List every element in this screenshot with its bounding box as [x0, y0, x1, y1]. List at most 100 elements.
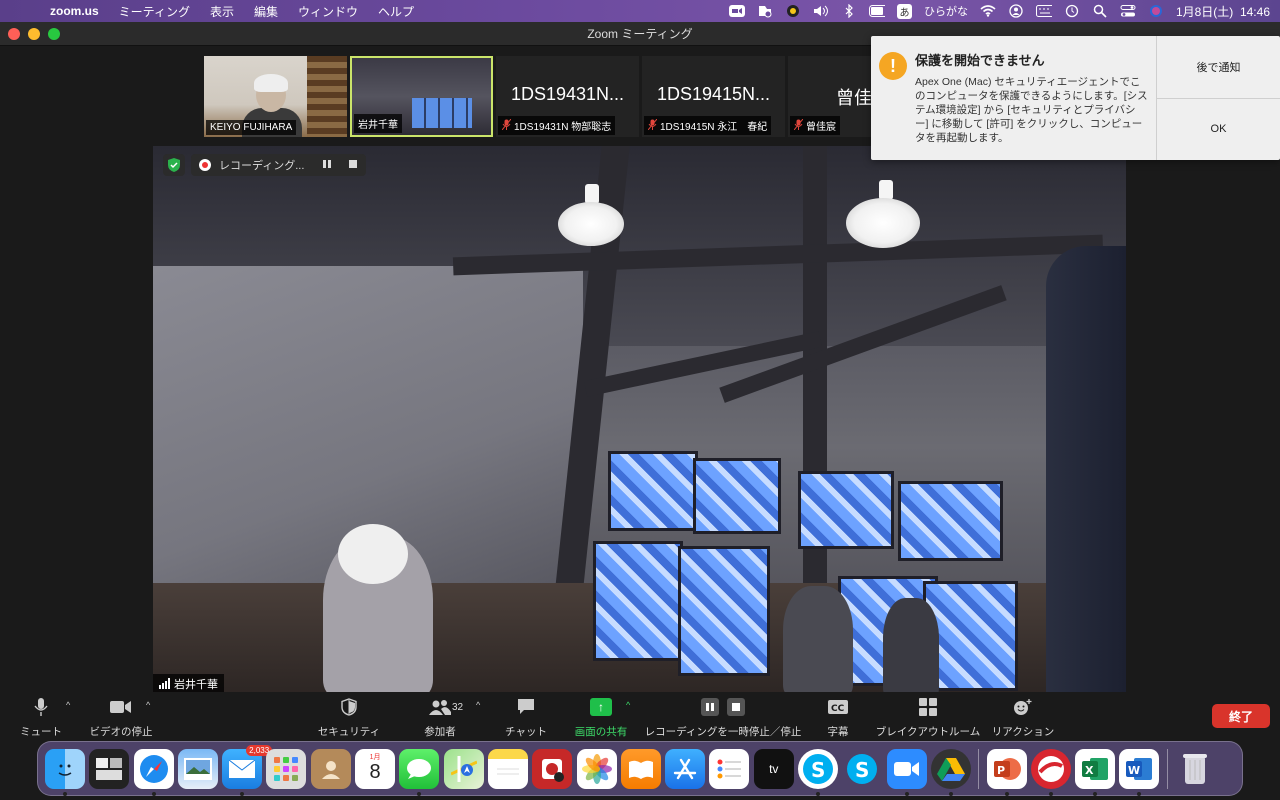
menu-app-name[interactable]: zoom.us: [36, 4, 109, 18]
books-icon[interactable]: [620, 748, 661, 789]
wifi-icon[interactable]: [980, 4, 996, 18]
calendar-icon[interactable]: 1月 8: [355, 748, 396, 789]
zoom-status-icon[interactable]: [728, 4, 745, 18]
participant-name-tag: 1DS19431N 物部聡志: [498, 116, 616, 135]
safari-icon[interactable]: [133, 748, 174, 796]
time-machine-icon[interactable]: [1064, 4, 1080, 18]
messages-icon[interactable]: [399, 748, 440, 796]
photo-booth-icon[interactable]: [532, 748, 573, 789]
mic-muted-icon: [793, 118, 804, 133]
security-alert-notification: ! 保護を開始できません Apex One (Mac) セキュリティエージェント…: [871, 36, 1280, 160]
participant-name-tag: 曾佳宸: [790, 116, 840, 135]
participant-display-name: 1DS19415N...: [656, 84, 771, 104]
participant-name-tag: 1DS19415N 永江 春紀: [644, 116, 772, 135]
volume-icon[interactable]: [813, 4, 829, 18]
minimize-window-button[interactable]: [28, 28, 40, 40]
warning-icon: !: [879, 52, 907, 80]
preview-app-icon[interactable]: [177, 748, 218, 789]
participant-thumbnail[interactable]: 1DS19431N... 1DS19431N 物部聡志: [496, 56, 639, 137]
reaction-smiley-icon: [1013, 696, 1033, 718]
siri-icon[interactable]: [1148, 4, 1164, 18]
svg-text:S: S: [855, 758, 869, 782]
menu-view[interactable]: 表示: [200, 3, 244, 20]
svg-text:S: S: [811, 758, 825, 782]
recording-controls-label: レコーディングを一時停止／停止: [644, 726, 802, 738]
breakout-rooms-icon: [919, 696, 937, 718]
share-screen-label: 画面の共有: [574, 726, 628, 738]
closed-captions-button[interactable]: CC 字幕: [826, 696, 850, 739]
input-method-icon[interactable]: あ: [896, 3, 912, 19]
stop-recording-icon[interactable]: [348, 159, 358, 172]
control-center-icon[interactable]: [1120, 4, 1136, 18]
chat-button[interactable]: チャット: [505, 696, 547, 739]
participant-thumbnail[interactable]: KEIYO FUJIHARA: [204, 56, 347, 137]
spotlight-search-icon[interactable]: [1092, 4, 1108, 18]
audio-options-chevron-icon[interactable]: ^: [66, 700, 70, 710]
input-method-label[interactable]: ひらがな: [924, 3, 968, 19]
apple-tv-icon[interactable]: tv: [753, 748, 794, 789]
recording-dot-icon: [199, 159, 211, 171]
reactions-button[interactable]: リアクション: [992, 696, 1054, 739]
excel-icon[interactable]: X: [1075, 748, 1116, 796]
security-agent-icon[interactable]: [785, 4, 801, 18]
notify-later-button[interactable]: 後で通知: [1157, 36, 1280, 98]
battery-icon[interactable]: [868, 4, 885, 18]
breakout-rooms-button[interactable]: ブレイクアウトルーム: [876, 696, 980, 739]
menu-meeting[interactable]: ミーティング: [109, 3, 200, 20]
reminders-icon[interactable]: [709, 748, 750, 789]
share-options-chevron-icon[interactable]: ^: [626, 700, 630, 710]
finder-icon[interactable]: [45, 748, 85, 796]
pause-recording-icon[interactable]: [322, 159, 332, 172]
bluetooth-icon[interactable]: [841, 4, 857, 18]
menu-help[interactable]: ヘルプ: [368, 3, 424, 20]
security-button[interactable]: セキュリティ: [318, 696, 380, 739]
launchpad-icon[interactable]: [266, 748, 307, 789]
svg-text:W: W: [1128, 764, 1140, 777]
zoom-icon[interactable]: [886, 748, 927, 796]
active-speaker-name-tag: 岩井千華: [153, 674, 224, 693]
trend-micro-icon[interactable]: [1030, 748, 1071, 796]
recording-status-pill: レコーディング...: [191, 154, 367, 176]
trash-icon[interactable]: [1175, 749, 1215, 789]
fullscreen-window-button[interactable]: [48, 28, 60, 40]
stop-video-button[interactable]: ビデオの停止: [90, 696, 153, 739]
close-window-button[interactable]: [8, 28, 20, 40]
menu-clock[interactable]: 1月8日(土) 14:46: [1176, 3, 1270, 20]
mail-icon[interactable]: 2,033: [222, 744, 273, 796]
maps-icon[interactable]: [443, 748, 484, 789]
pause-icon[interactable]: [701, 698, 719, 716]
word-icon[interactable]: W: [1119, 748, 1160, 796]
participants-options-chevron-icon[interactable]: ^: [476, 700, 480, 710]
macos-dock: 2,033 1月 8 tv S S P X W: [37, 741, 1243, 796]
contacts-icon[interactable]: [310, 748, 351, 789]
ok-button[interactable]: OK: [1157, 97, 1280, 161]
app-store-icon[interactable]: [665, 748, 706, 789]
video-options-chevron-icon[interactable]: ^: [146, 700, 150, 710]
notes-icon[interactable]: [487, 748, 528, 789]
main-video[interactable]: [153, 146, 1126, 693]
stop-icon[interactable]: [727, 698, 745, 716]
share-screen-button[interactable]: ↑ 画面の共有: [574, 696, 628, 739]
encryption-shield-icon[interactable]: [163, 154, 185, 176]
menu-window[interactable]: ウィンドウ: [288, 3, 368, 20]
participant-thumbnail[interactable]: 曾佳宸 曾佳宸: [788, 56, 872, 137]
photos-icon[interactable]: [576, 748, 617, 789]
mute-button[interactable]: ミュート: [20, 696, 62, 739]
screen-share-status-icon[interactable]: [757, 4, 773, 18]
participants-label: 参加者: [424, 726, 456, 738]
participant-thumbnail-active-speaker[interactable]: 岩井千華: [350, 56, 493, 137]
security-shield-icon: [341, 696, 357, 718]
keyboard-icon[interactable]: [1035, 4, 1052, 18]
menu-edit[interactable]: 編集: [244, 3, 288, 20]
end-meeting-button[interactable]: 終了: [1212, 704, 1270, 728]
dock-separator: [978, 748, 980, 789]
recording-controls-button[interactable]: レコーディングを一時停止／停止: [645, 696, 801, 739]
skype-icon[interactable]: S: [798, 748, 839, 796]
skype-business-icon[interactable]: S: [842, 749, 882, 789]
participant-thumbnail[interactable]: 1DS19415N... 1DS19415N 永江 春紀: [642, 56, 785, 137]
powerpoint-icon[interactable]: P: [986, 748, 1027, 796]
system-monitor-app-icon[interactable]: [89, 748, 130, 789]
google-drive-icon[interactable]: [930, 748, 971, 796]
svg-text:X: X: [1085, 764, 1094, 777]
user-account-icon[interactable]: [1008, 4, 1024, 18]
